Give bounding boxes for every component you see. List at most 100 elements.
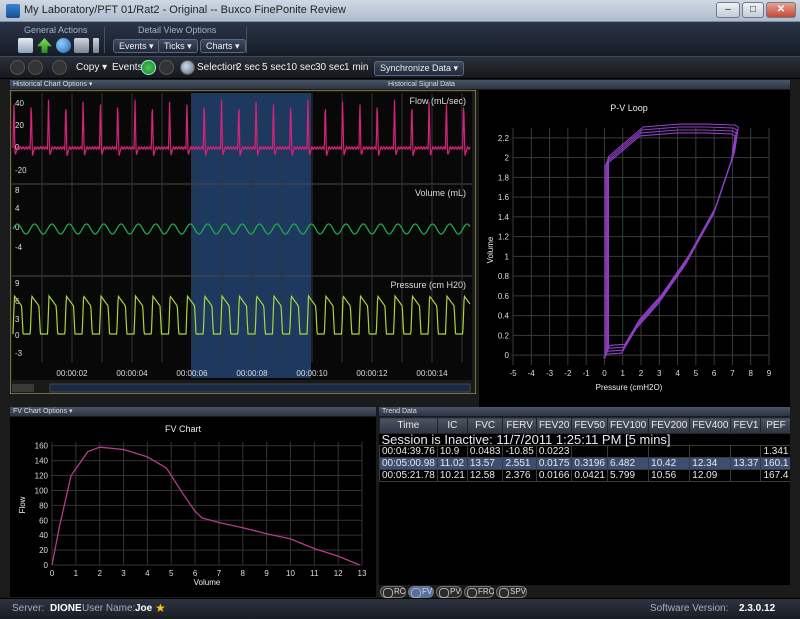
ribbon-divider <box>246 27 247 53</box>
trend-data-header: Trend Data <box>379 407 790 416</box>
fv-y-tick: 40 <box>39 531 48 540</box>
tab-rc[interactable]: RC <box>380 586 406 598</box>
redo-icon[interactable] <box>28 60 43 75</box>
status-bar: Server: DIONE User Name: Joe ★ Software … <box>0 598 800 619</box>
cell <box>606 445 650 458</box>
fv-x-tick: 8 <box>241 569 246 578</box>
fv-x-tick: 4 <box>145 569 150 578</box>
timeline-scrollbar[interactable] <box>49 383 471 393</box>
fv-x-tick: 1 <box>74 569 79 578</box>
time-tick: 00:00:02 <box>56 369 88 378</box>
timeline-scroll-left[interactable] <box>12 384 34 392</box>
time-tick: 00:00:08 <box>236 369 268 378</box>
cell: 0.0223 <box>535 445 573 458</box>
close-button[interactable]: ✕ <box>766 2 796 18</box>
selection-label: Selection <box>197 62 239 73</box>
table-row-selected[interactable]: 00:05:00.98 11.02 13.57 2.551 0.0175 0.3… <box>379 457 790 470</box>
tab-fv[interactable]: FV <box>408 586 434 598</box>
cell <box>571 445 608 458</box>
flow-chart-title: Flow (mL/sec) <box>409 96 466 106</box>
copy-dropdown[interactable]: Copy ▾ <box>76 62 107 73</box>
duration-2sec[interactable]: 2 sec <box>236 62 260 73</box>
historical-chart-options[interactable]: Historical Chart Options ▾ <box>10 80 380 89</box>
pv-y-tick: 1.2 <box>498 233 510 242</box>
tab-spv[interactable]: SPV <box>496 586 527 598</box>
cell <box>730 445 762 458</box>
remove-event-icon[interactable] <box>159 60 174 75</box>
fv-chart[interactable]: 0 1 2 3 4 5 6 7 8 9 10 11 12 13 020406080100120140160… <box>10 417 376 597</box>
table-row[interactable]: 00:04:39.76 10.9 0.0483 -10.85 0.0223 1.… <box>379 445 790 458</box>
pv-y-tick: 0.6 <box>498 292 510 301</box>
toolbar: Copy ▾ Events: Selection 2 sec 5 sec 10 … <box>0 57 800 79</box>
tab-frc[interactable]: FRC <box>464 586 494 598</box>
pressure-tick: -3 <box>15 349 23 358</box>
col-fev1[interactable]: FEV1 <box>730 417 762 434</box>
pv-x-tick: 8 <box>748 369 753 378</box>
settings-icon[interactable] <box>52 60 67 75</box>
volume-chart-title: Volume (mL) <box>415 188 466 198</box>
upload-arrow-icon[interactable] <box>37 38 52 53</box>
undo-icon[interactable] <box>10 60 25 75</box>
cell: 12.58 <box>466 469 504 482</box>
pv-x-tick: 5 <box>694 369 699 378</box>
trend-table: Time IC FVC FERV FEV20 FEV50 FEV100 FEV2… <box>379 417 790 482</box>
title-bar: My Laboratory/PFT 01/Rat2 - Original -- … <box>0 0 800 22</box>
general-actions-label: General Actions <box>24 25 88 35</box>
charts-dropdown[interactable]: Charts ▾ <box>200 39 246 53</box>
printer-icon[interactable] <box>74 38 89 53</box>
time-tick: 00:00:10 <box>296 369 328 378</box>
volume-tick: -4 <box>15 243 23 252</box>
cell: 0.0421 <box>571 469 608 482</box>
cell: 2.376 <box>502 469 537 482</box>
ticks-dropdown[interactable]: Ticks ▾ <box>158 39 198 53</box>
pv-y-tick: 0.2 <box>498 331 510 340</box>
ribbon-events-dropdown[interactable]: Events ▾ <box>113 39 160 53</box>
fv-chart-options[interactable]: FV Chart Options ▾ <box>10 407 376 416</box>
table-row[interactable]: 00:05:21.78 10.21 12.58 2.376 0.0166 0.0… <box>379 469 790 482</box>
cell: 00:05:21.78 <box>379 469 438 482</box>
cell: 1.341 <box>760 445 790 458</box>
cell: 10.42 <box>648 457 691 470</box>
col-pef[interactable]: PEF <box>760 417 790 434</box>
software-version-label: Software Version: <box>650 603 729 614</box>
globe-icon[interactable] <box>56 38 71 53</box>
fv-y-tick: 120 <box>35 472 49 481</box>
pv-x-tick: -4 <box>528 369 536 378</box>
minimize-button[interactable]: – <box>716 2 740 18</box>
duration-1min[interactable]: 1 min <box>344 62 368 73</box>
flow-tick: 40 <box>15 99 24 108</box>
maximize-button[interactable]: □ <box>742 2 764 18</box>
fv-y-tick: 20 <box>39 546 48 555</box>
cell: 5.799 <box>606 469 650 482</box>
pv-loop-chart[interactable]: -5 -4 -3 -2 -1 0 1 2 3 4 5 6 7 8 9 0 0.2 0.4 0.6 0.8 1 1.2 1.… <box>479 90 790 408</box>
window-title: My Laboratory/PFT 01/Rat2 - Original -- … <box>24 4 346 16</box>
cell: 10.56 <box>648 469 691 482</box>
pv-x-tick: 3 <box>657 369 662 378</box>
time-tick: 00:00:14 <box>416 369 448 378</box>
fv-x-tick: 10 <box>286 569 295 578</box>
device-icon[interactable] <box>93 38 99 53</box>
add-event-icon[interactable] <box>141 60 156 75</box>
duration-5sec[interactable]: 5 sec <box>262 62 286 73</box>
cell: 160.1 <box>760 457 790 470</box>
historical-signal-chart[interactable]: Flow (mL/sec) Volume (mL) Pressure (cm H… <box>10 90 476 394</box>
pv-y-tick: 1.6 <box>498 193 510 202</box>
pv-x-tick: 0 <box>602 369 607 378</box>
time-tick: 00:00:12 <box>356 369 388 378</box>
magnifier-icon[interactable] <box>180 60 195 75</box>
synchronize-data-dropdown[interactable]: Synchronize Data ▾ <box>374 61 465 76</box>
duration-10sec[interactable]: 10 sec <box>286 62 315 73</box>
cell: 10.21 <box>436 469 468 482</box>
pv-y-tick: 0.8 <box>498 272 510 281</box>
col-fev400[interactable]: FEV400 <box>689 417 732 434</box>
time-tick: 00:00:04 <box>116 369 148 378</box>
fv-x-tick: 7 <box>217 569 222 578</box>
pv-y-tick: 2 <box>505 154 510 163</box>
ribbon: General Actions Detail View Options Even… <box>0 22 800 57</box>
cell: 2.551 <box>502 457 537 470</box>
home-icon[interactable] <box>18 38 33 53</box>
pv-y-tick: 1 <box>505 252 510 261</box>
tab-pv[interactable]: PV <box>436 586 462 598</box>
cell: 12.09 <box>689 469 732 482</box>
duration-30sec[interactable]: 30 sec <box>315 62 344 73</box>
